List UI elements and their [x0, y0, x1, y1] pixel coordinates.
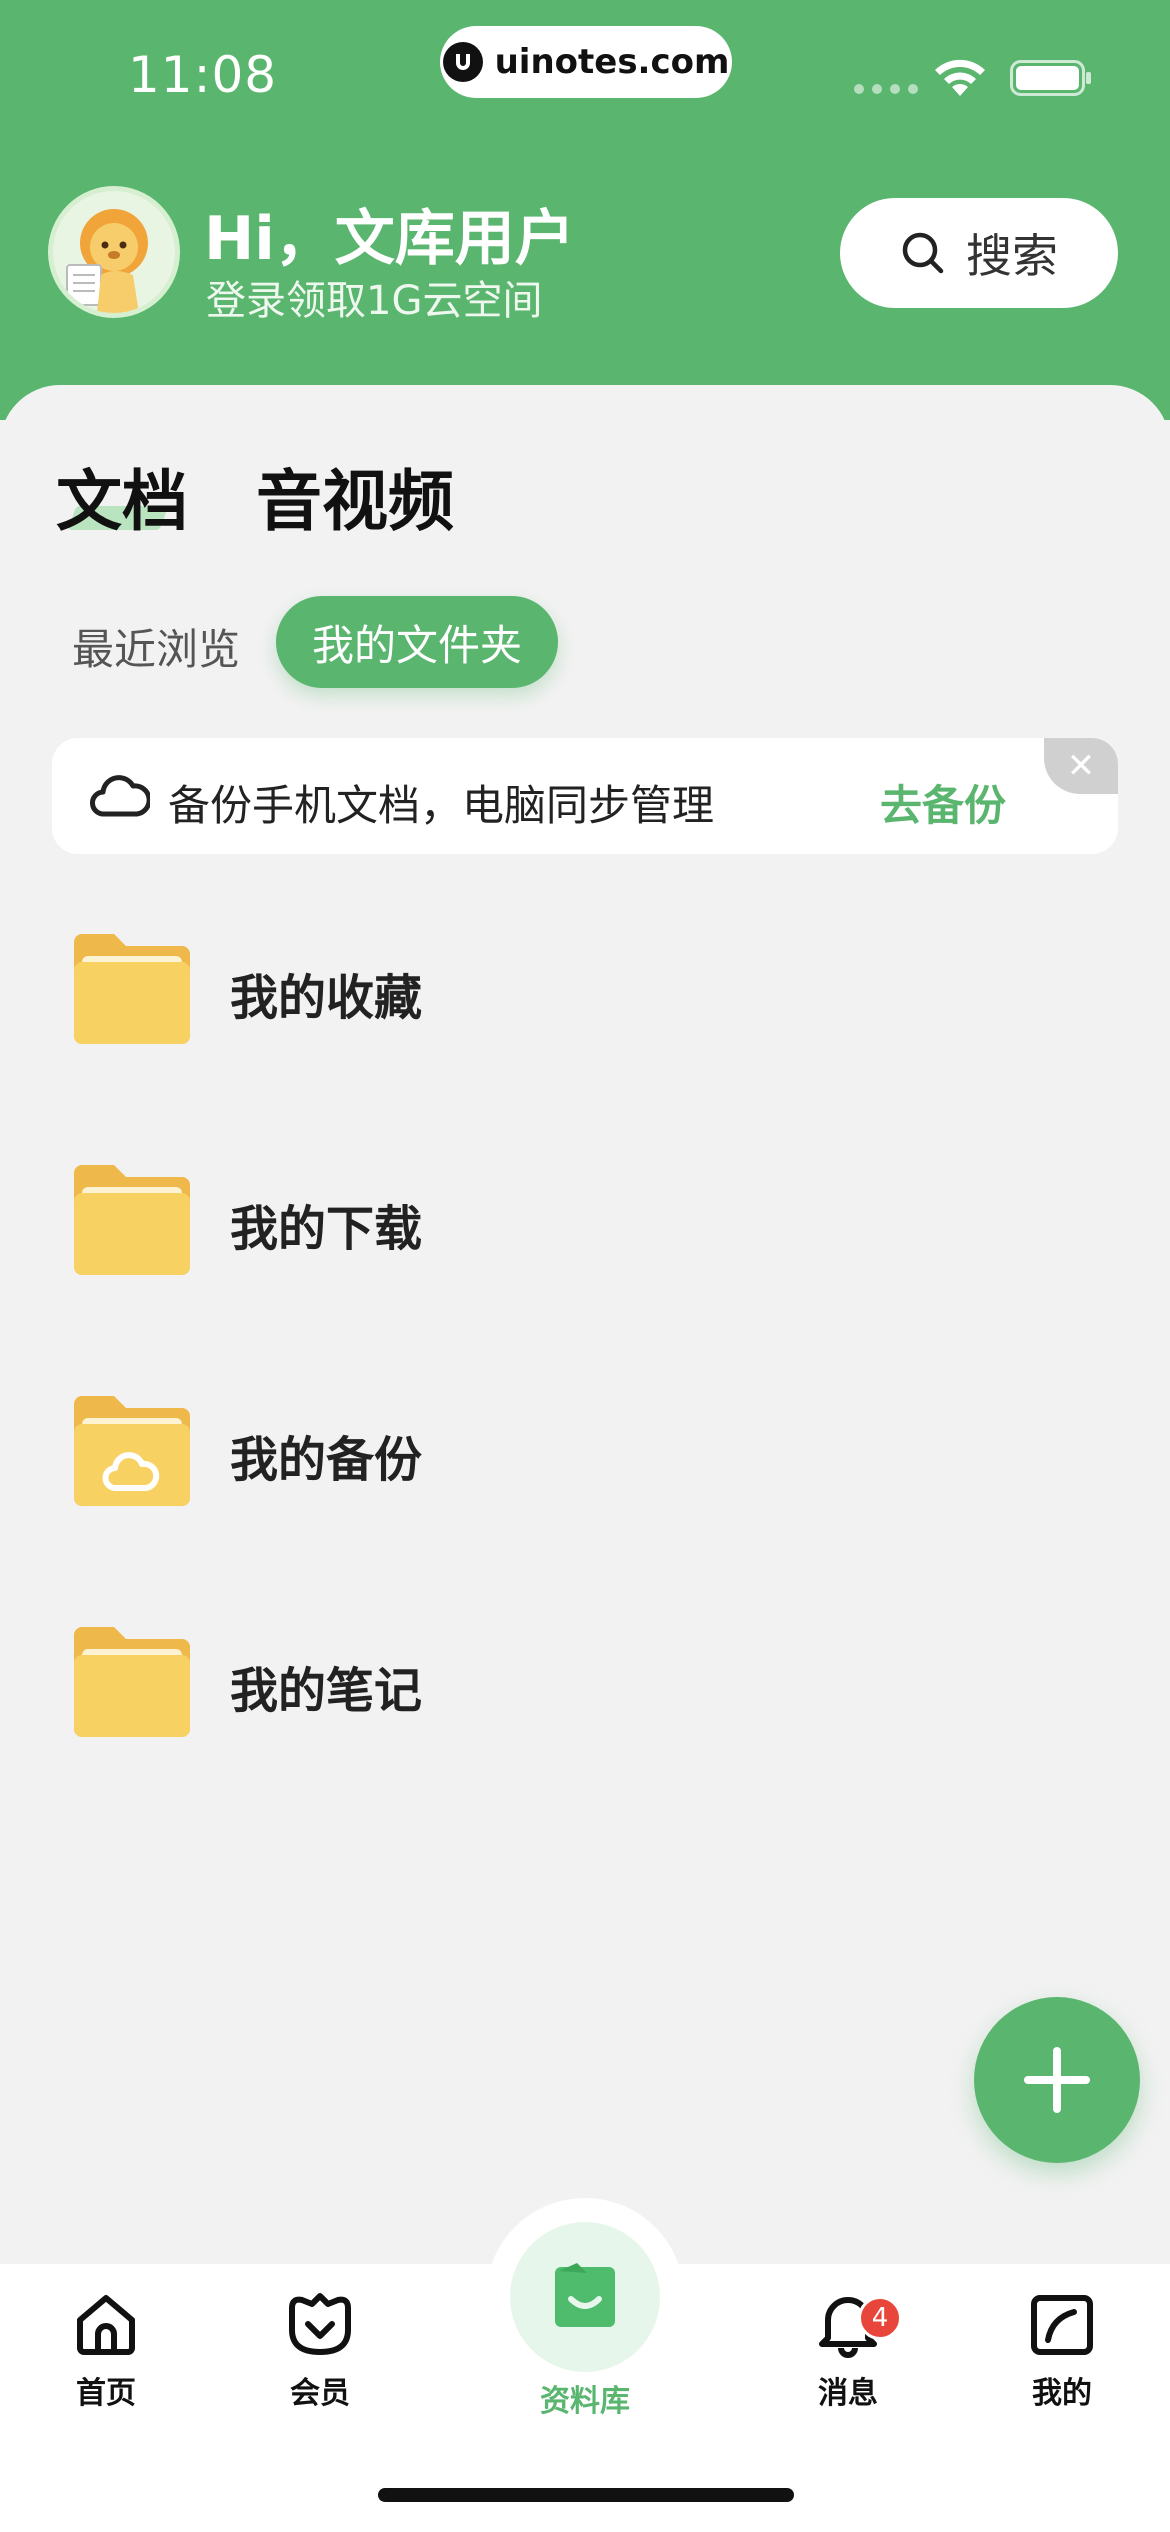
folder-label: 我的笔记: [230, 1663, 423, 1719]
cloud-folder-icon: [74, 1396, 190, 1506]
url-badge: uinotes.com: [440, 26, 732, 98]
subtab-my-folders[interactable]: 我的文件夹: [276, 596, 558, 688]
vip-icon: [289, 2293, 351, 2355]
profile-icon: [1031, 2295, 1093, 2355]
tab-audio-video[interactable]: 音视频: [256, 448, 454, 544]
folder-icon: [74, 1165, 190, 1275]
status-time: 11:08: [128, 46, 278, 104]
wifi-icon: [932, 56, 988, 102]
nav-label: 消息: [818, 2376, 878, 2411]
folder-label: 我的备份: [230, 1432, 423, 1488]
login-prompt[interactable]: 登录领取1G云空间: [206, 268, 542, 326]
nav-label: 会员: [290, 2376, 350, 2411]
home-icon: [77, 2295, 135, 2355]
home-indicator: [378, 2488, 794, 2502]
folder-label: 我的下载: [230, 1201, 423, 1257]
library-icon: [555, 2263, 615, 2327]
search-button[interactable]: 搜索: [840, 198, 1118, 308]
nav-vip[interactable]: 会员: [250, 2290, 390, 2412]
nav-library[interactable]: [510, 2222, 660, 2372]
search-icon: [902, 232, 944, 274]
nav-label: 我的: [1032, 2376, 1092, 2411]
site-logo-icon: [442, 42, 483, 82]
nav-label-active[interactable]: 资料库: [510, 2376, 660, 2420]
search-label: 搜索: [966, 229, 1058, 283]
unread-badge: 4: [858, 2296, 902, 2340]
folder-notes[interactable]: 我的笔记: [70, 1621, 1110, 1751]
url-text: uinotes.com: [494, 42, 730, 82]
nav-profile[interactable]: 我的: [992, 2290, 1132, 2412]
close-icon[interactable]: ✕: [1044, 738, 1118, 794]
lion-mascot-icon: [53, 191, 175, 313]
folder-backup[interactable]: 我的备份: [70, 1390, 1110, 1520]
plus-icon: [1024, 2047, 1090, 2113]
greeting-title: Hi，文库用户: [204, 204, 575, 274]
subtab-recent[interactable]: 最近浏览: [72, 616, 240, 677]
cellular-signal-icon: [854, 84, 918, 94]
folder-favorites[interactable]: 我的收藏: [70, 928, 1110, 1058]
folder-icon: [74, 934, 190, 1044]
go-backup-link[interactable]: 去备份: [880, 772, 1006, 833]
avatar[interactable]: [48, 186, 180, 318]
nav-label: 首页: [76, 2376, 136, 2411]
battery-icon: [1010, 60, 1092, 100]
folder-downloads[interactable]: 我的下载: [70, 1159, 1110, 1289]
add-button[interactable]: [974, 1997, 1140, 2163]
cloud-icon: [90, 770, 152, 824]
banner-text: 备份手机文档，电脑同步管理: [168, 781, 715, 830]
folder-label: 我的收藏: [230, 970, 423, 1026]
folder-icon: [74, 1627, 190, 1737]
tab-documents[interactable]: 文档: [56, 448, 188, 544]
nav-home[interactable]: 首页: [36, 2290, 176, 2412]
backup-banner[interactable]: 备份手机文档，电脑同步管理 去备份 ✕: [52, 738, 1118, 854]
